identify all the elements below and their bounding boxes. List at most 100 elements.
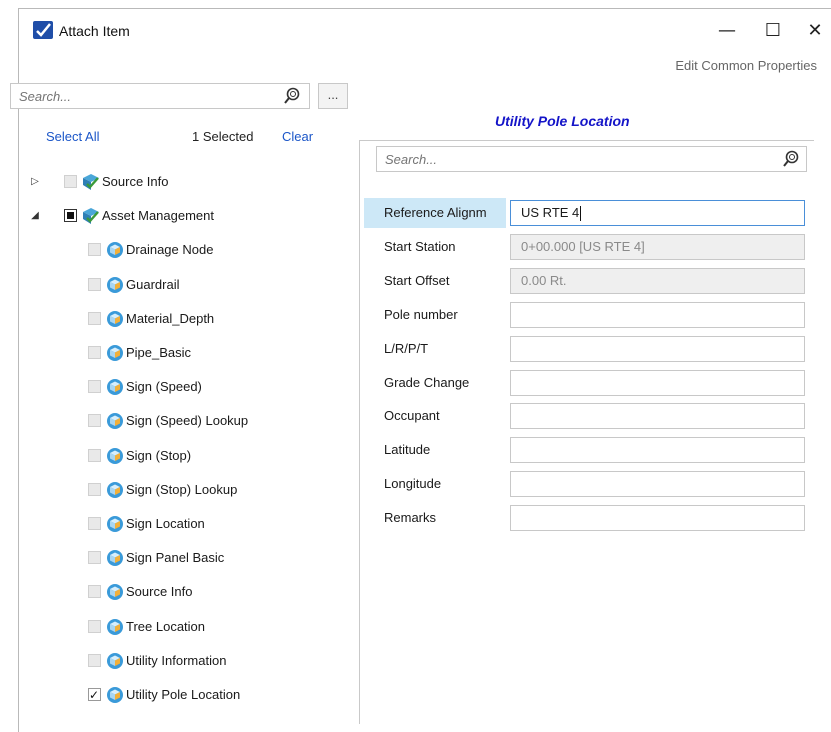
property-label: Latitude [384, 442, 431, 457]
category-check-icon [82, 207, 100, 225]
property-value-field: 0+00.000 [US RTE 4] [510, 234, 805, 260]
left-search-input[interactable] [17, 88, 271, 105]
tree-item[interactable]: Utility Pole Location [0, 683, 355, 707]
tree-item-label: Sign (Speed) Lookup [126, 413, 249, 428]
item-type-icon [106, 241, 124, 259]
property-label: Grade Change [384, 375, 470, 390]
search-icon[interactable] [283, 87, 301, 105]
tree-item[interactable]: Sign Panel Basic [0, 546, 355, 570]
tree-item[interactable]: Sign (Speed) [0, 375, 355, 399]
tree-item-label: Sign (Stop) [126, 448, 192, 463]
property-label: Pole number [384, 307, 458, 322]
tree-item-label: Pipe_Basic [126, 345, 192, 360]
item-type-icon [106, 378, 124, 396]
tree-item-label: Sign Panel Basic [126, 550, 225, 565]
tree-item[interactable]: Tree Location [0, 615, 355, 639]
tree-item-checkbox[interactable] [88, 551, 101, 564]
select-all-link[interactable]: Select All [46, 129, 99, 144]
property-label: L/R/P/T [384, 341, 429, 356]
item-type-icon [106, 310, 124, 328]
tree-item-label: Asset Management [102, 208, 215, 223]
property-label: Occupant [384, 408, 440, 423]
tree-item-checkbox[interactable] [88, 346, 101, 359]
tree-item[interactable]: Pipe_Basic [0, 341, 355, 365]
property-label: Reference Alignm [364, 198, 506, 228]
tree-item-checkbox[interactable] [64, 175, 77, 188]
tree-item-checkbox[interactable] [88, 243, 101, 256]
item-type-icon [106, 412, 124, 430]
property-label: Longitude [384, 476, 442, 491]
tree-item[interactable]: Sign (Stop) Lookup [0, 478, 355, 502]
property-value-field[interactable] [510, 370, 805, 396]
properties-search-input[interactable] [383, 151, 767, 168]
tree-item[interactable]: Sign (Stop) [0, 444, 355, 468]
property-value-field[interactable] [510, 437, 805, 463]
tree-item-label: Guardrail [126, 277, 180, 292]
properties-search-box[interactable] [376, 146, 807, 172]
item-type-icon [106, 583, 124, 601]
close-button[interactable]: ✕ [800, 19, 830, 43]
property-value-text: 0.00 Rt. [521, 273, 567, 288]
tree-item[interactable]: Sign (Speed) Lookup [0, 409, 355, 433]
tree-item[interactable]: Sign Location [0, 512, 355, 536]
tree-item-checkbox[interactable] [88, 683, 101, 707]
tree-item-checkbox[interactable] [88, 483, 101, 496]
collapse-arrow-icon[interactable]: ◢ [29, 204, 41, 228]
tree-item-label: Utility Pole Location [126, 687, 241, 702]
tree-item[interactable]: Source Info [0, 580, 355, 604]
tree-item-checkbox[interactable] [88, 449, 101, 462]
property-value-text: 0+00.000 [US RTE 4] [521, 239, 645, 254]
property-label: Start Station [384, 239, 456, 254]
property-label: Remarks [384, 510, 437, 525]
tree-item-checkbox[interactable] [88, 585, 101, 598]
item-type-icon [106, 481, 124, 499]
properties-title: Utility Pole Location [495, 113, 630, 129]
clear-link[interactable]: Clear [282, 129, 313, 144]
minimize-button[interactable]: — [712, 19, 742, 43]
maximize-button[interactable]: ☐ [758, 19, 788, 43]
property-value-field: 0.00 Rt. [510, 268, 805, 294]
property-value-field[interactable] [510, 336, 805, 362]
tree-item-label: Sign (Stop) Lookup [126, 482, 238, 497]
category-check-icon [82, 173, 100, 191]
window-title: Attach Item [59, 23, 130, 39]
tree-item[interactable]: Material_Depth [0, 307, 355, 331]
property-value-text: US RTE 4 [521, 205, 580, 220]
property-value-field[interactable]: US RTE 4 [510, 200, 805, 226]
tree-item[interactable]: Utility Information [0, 649, 355, 673]
property-value-field[interactable] [510, 403, 805, 429]
tree-item-checkbox[interactable] [88, 414, 101, 427]
selected-count: 1 Selected [192, 129, 254, 144]
item-type-icon [106, 618, 124, 636]
property-value-field[interactable] [510, 505, 805, 531]
search-icon[interactable] [782, 150, 800, 168]
item-type-icon [106, 447, 124, 465]
tree-item-checkbox[interactable] [88, 278, 101, 291]
tree-item[interactable]: ◢ Asset Management [0, 204, 355, 228]
tree-item-checkbox[interactable] [88, 654, 101, 667]
title-bar: Attach Item — ☐ ✕ [19, 9, 831, 53]
property-label: Start Offset [384, 273, 450, 288]
tree-item-checkbox[interactable] [88, 517, 101, 530]
left-search-box[interactable] [10, 83, 310, 109]
text-caret [580, 206, 582, 222]
expand-arrow-icon[interactable]: ▷ [29, 170, 41, 194]
tree-item[interactable]: ▷ Source Info [0, 170, 355, 194]
tree-item-label: Material_Depth [126, 311, 215, 326]
tree-item-label: Source Info [126, 584, 193, 599]
tree-item[interactable]: Drainage Node [0, 238, 355, 262]
app-icon [33, 21, 53, 39]
more-options-button[interactable]: ... [318, 83, 348, 109]
tree-item-checkbox[interactable] [88, 312, 101, 325]
tree-item[interactable]: Guardrail [0, 273, 355, 297]
tree-item-checkbox[interactable] [88, 620, 101, 633]
tree-item-checkbox[interactable] [64, 209, 77, 222]
item-type-icon [106, 515, 124, 533]
property-value-field[interactable] [510, 471, 805, 497]
edit-common-properties-link[interactable]: Edit Common Properties [675, 58, 817, 73]
property-value-field[interactable] [510, 302, 805, 328]
tree-item-label: Source Info [102, 174, 169, 189]
tree-item-label: Sign (Speed) [126, 379, 202, 394]
item-type-icon [106, 276, 124, 294]
tree-item-checkbox[interactable] [88, 380, 101, 393]
